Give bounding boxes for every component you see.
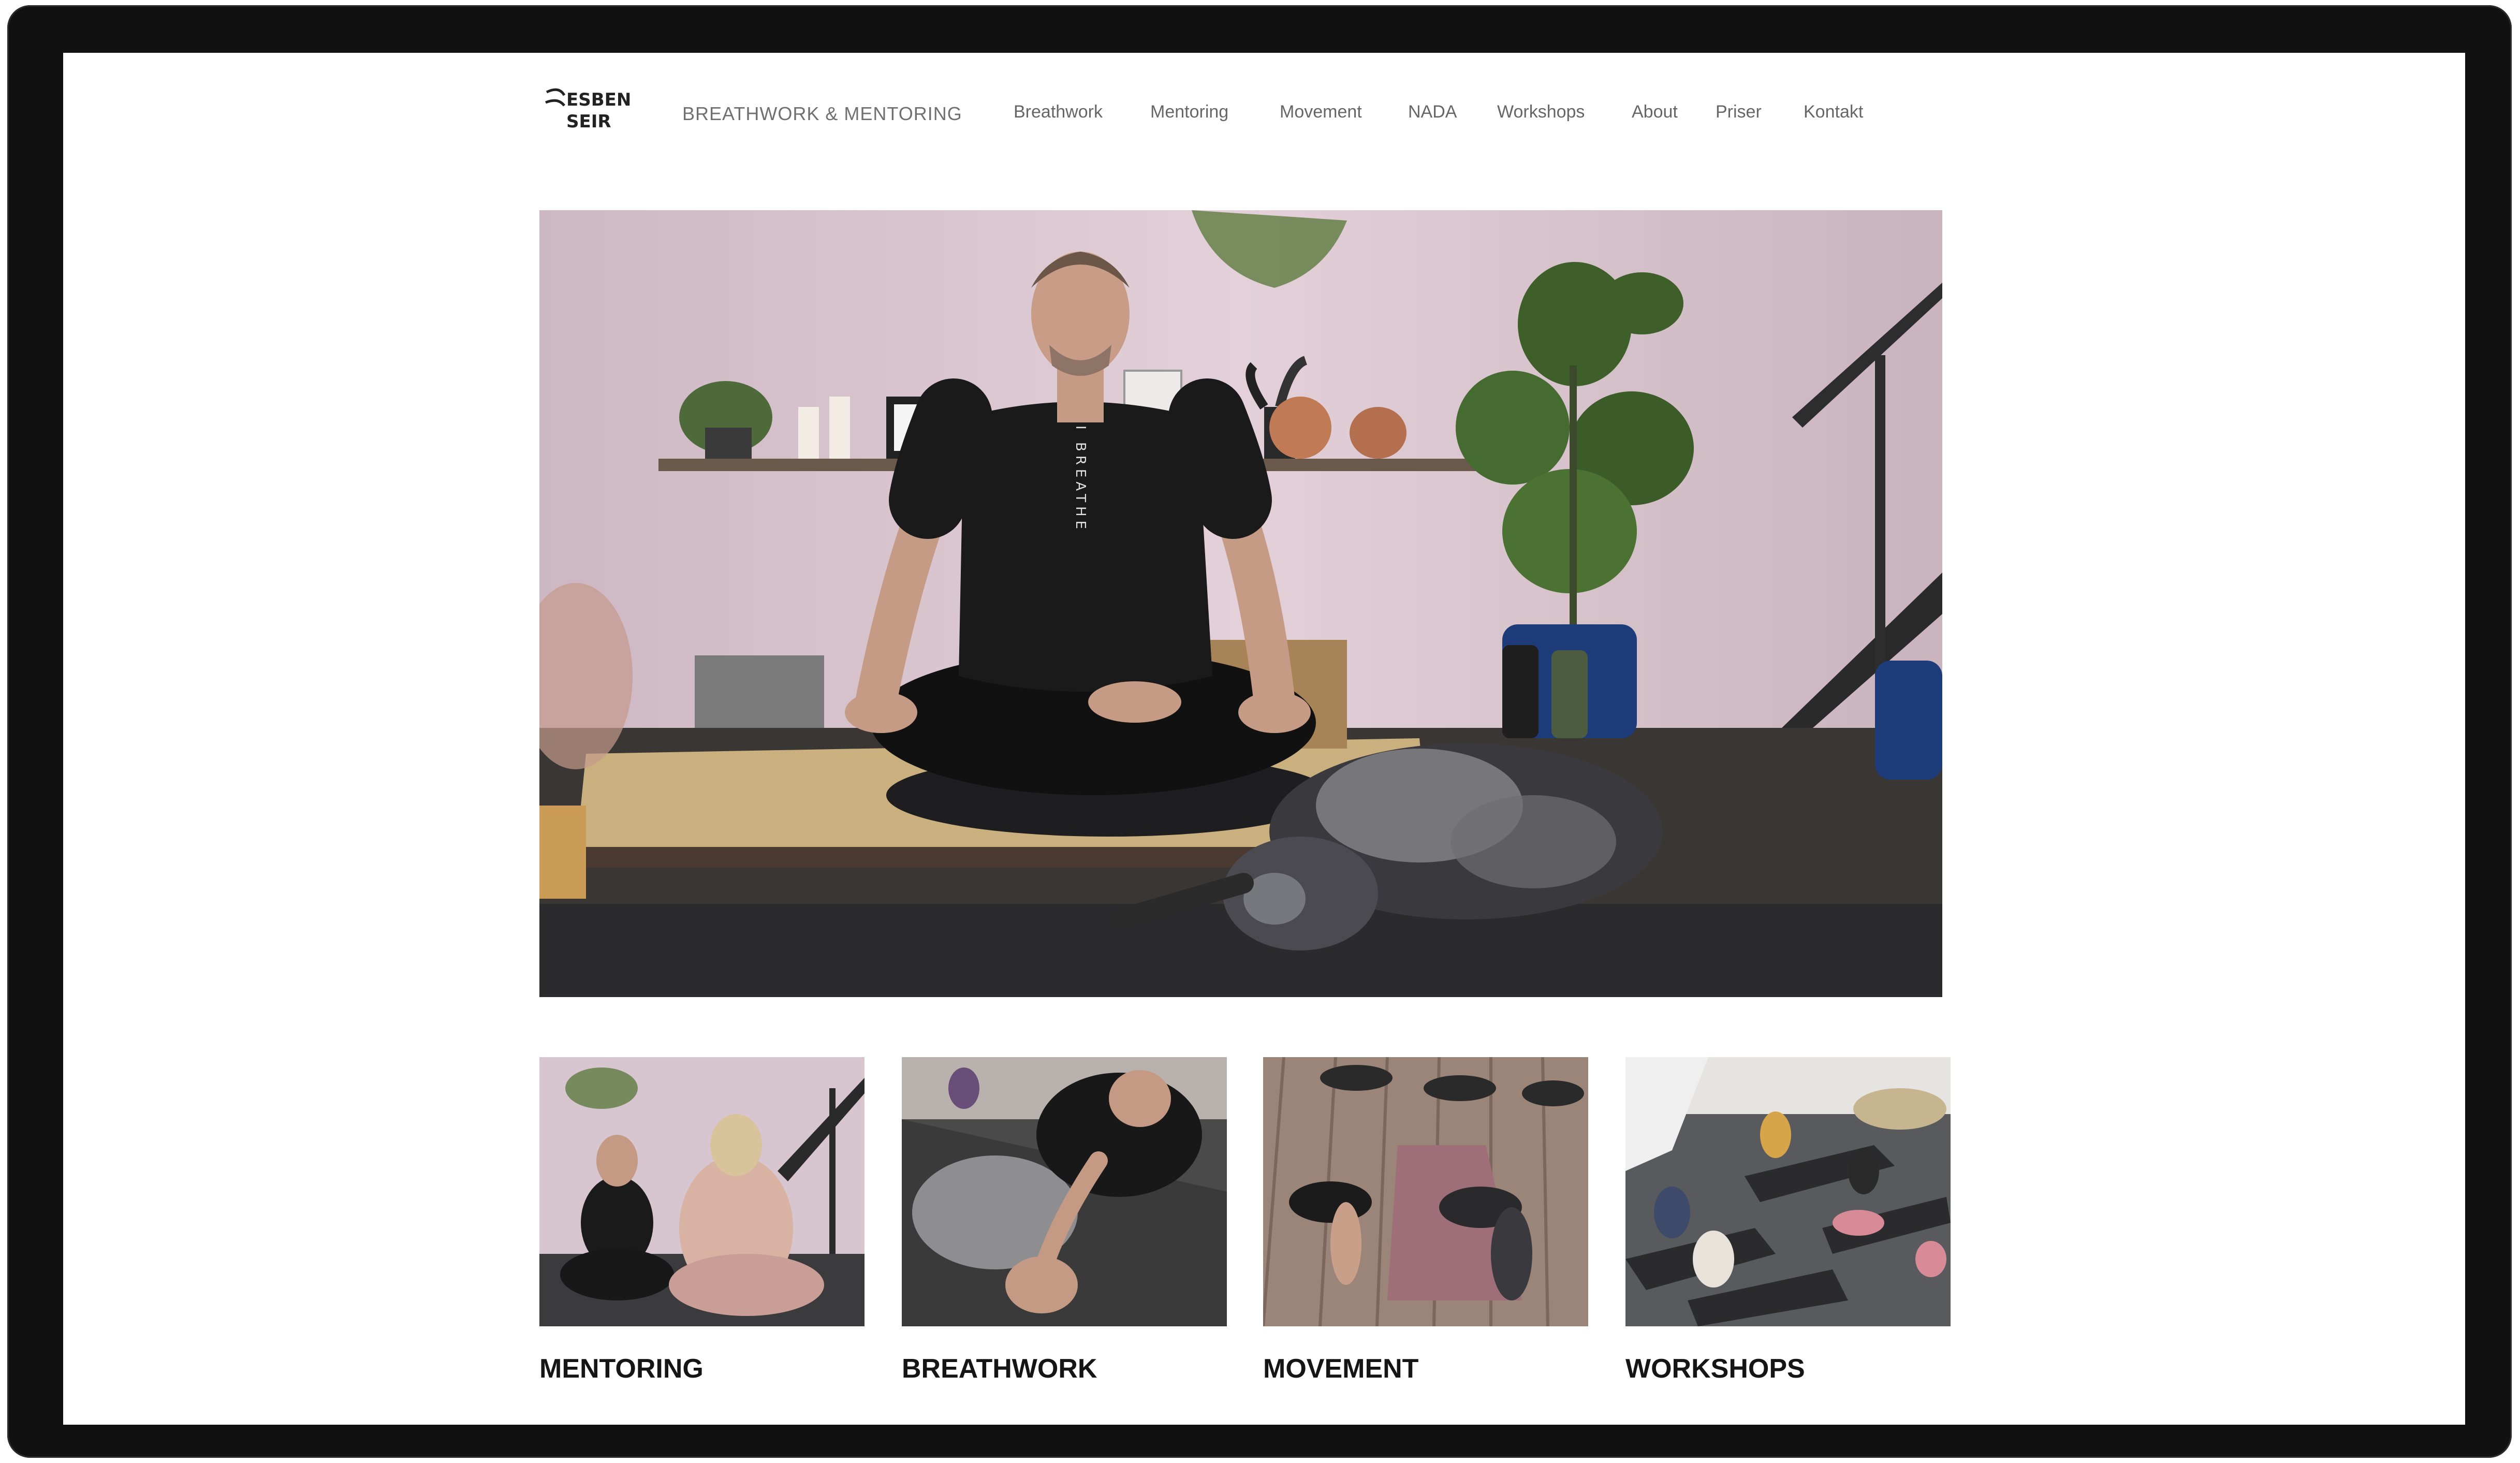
card-image-movement[interactable] — [1263, 1057, 1588, 1326]
thumb-illustration-movement — [1263, 1057, 1588, 1326]
nav-item-priser[interactable]: Priser — [1716, 100, 1762, 123]
logo-mark: ESBEN SEIR — [545, 88, 631, 132]
thumb-illustration-mentoring — [539, 1057, 865, 1326]
nav-item-mentoring[interactable]: Mentoring — [1150, 100, 1228, 123]
logo-text-bottom: SEIR — [566, 111, 611, 132]
nav-item-about[interactable]: About — [1632, 100, 1678, 123]
card-image-mentoring[interactable] — [539, 1057, 865, 1326]
site-tagline: BREATHWORK & MENTORING — [682, 103, 962, 124]
monitor-bezel: ESBEN SEIR BREATHWORK & MENTORING Breath… — [7, 5, 2512, 1458]
thumb-illustration-workshops — [1625, 1057, 1951, 1326]
hero-image: I BREATHE — [539, 210, 1942, 997]
card-image-workshops[interactable] — [1625, 1057, 1951, 1326]
card-label-breathwork[interactable]: BREATHWORK — [902, 1352, 1097, 1385]
card-label-mentoring[interactable]: MENTORING — [539, 1352, 704, 1385]
nav-item-workshops[interactable]: Workshops — [1497, 100, 1585, 123]
card-label-movement[interactable]: MOVEMENT — [1263, 1352, 1418, 1385]
browser-viewport: ESBEN SEIR BREATHWORK & MENTORING Breath… — [63, 53, 2465, 1425]
nav-item-nada[interactable]: NADA — [1408, 100, 1457, 123]
nav-item-movement[interactable]: Movement — [1280, 100, 1362, 123]
logo-text-top: ESBEN — [566, 90, 631, 110]
card-label-workshops[interactable]: WORKSHOPS — [1625, 1352, 1805, 1385]
nav-item-breathwork[interactable]: Breathwork — [1014, 100, 1103, 123]
shirt-text: I BREATHE — [1073, 426, 1088, 533]
hero-illustration: I BREATHE — [539, 210, 1942, 997]
site-logo[interactable]: ESBEN SEIR — [544, 85, 647, 133]
card-image-breathwork[interactable] — [902, 1057, 1227, 1326]
nav-item-kontakt[interactable]: Kontakt — [1804, 100, 1863, 123]
thumb-illustration-breathwork — [902, 1057, 1227, 1326]
